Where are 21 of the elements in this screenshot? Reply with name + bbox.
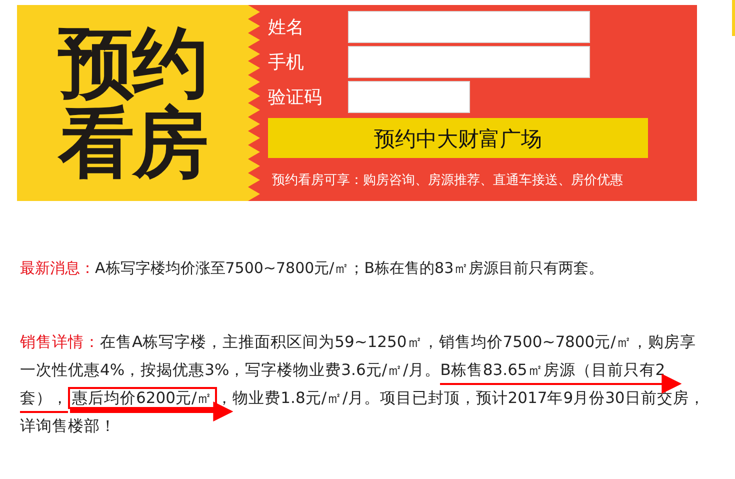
arrow-head-icon — [213, 402, 234, 422]
sales-text: 一次性优惠4%，按揭优惠3%，写字楼物业费3.6元/㎡/月。 — [20, 361, 440, 379]
field-label: 验证码 — [268, 86, 323, 110]
sales-label: 销售详情： — [20, 333, 100, 351]
field-label: 手机 — [268, 50, 305, 74]
sales-text: 套）， — [20, 389, 68, 413]
banner-title: 预约 — [58, 23, 206, 103]
news-label: 最新消息： — [20, 259, 95, 277]
input-field[interactable] — [348, 81, 470, 113]
sales-text: 在售A栋写字楼，主推面积区间为59~1250㎡，销售均价7500~7800元/㎡，购房享 — [100, 333, 696, 351]
sales-text: 详询售楼部！ — [20, 417, 116, 435]
input-field[interactable] — [348, 46, 590, 78]
reserve-button[interactable]: 预约中大财富广场 — [268, 118, 648, 158]
news-text: A栋写字楼均价涨至7500~7800元/㎡；B栋在售的83㎡房源目前只有两套。 — [95, 259, 604, 277]
sales-text: B栋售83.65㎡房源（目前只有2 — [440, 361, 666, 385]
edge-strip — [732, 0, 735, 36]
field-label: 姓名 — [268, 16, 305, 40]
sales-text: ，物业费1.8元/㎡/月。项目已封顶，预计2017年9月份30日前交房， — [216, 389, 705, 407]
benefits-text: 预约看房可享：购房咨询、房源推荐、直通车接送、房价优惠 — [272, 172, 624, 190]
banner-title: 看房 — [58, 103, 206, 183]
input-field[interactable] — [348, 11, 590, 43]
